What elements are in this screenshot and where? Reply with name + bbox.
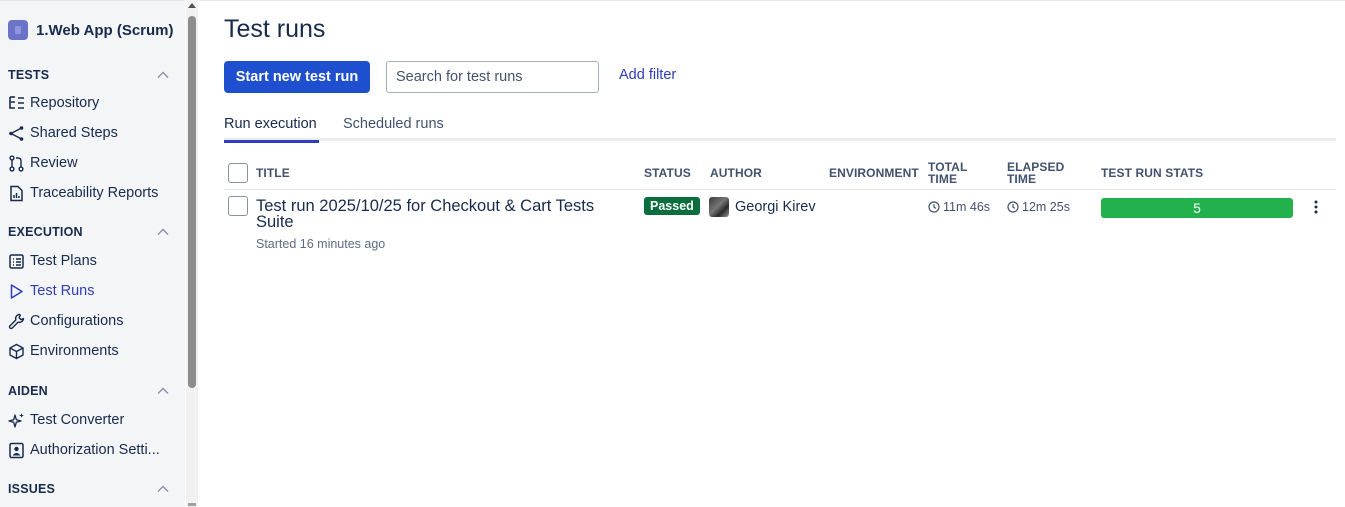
clock-icon [1007, 201, 1019, 213]
sidebar-item-label: Test Converter [30, 412, 125, 428]
play-outline-icon [8, 283, 25, 300]
tree-list-icon [8, 95, 25, 112]
test-run-stats-bar[interactable]: 5 [1101, 198, 1293, 218]
user-badge-icon [8, 442, 25, 459]
sidebar-item-traceability-reports[interactable]: Traceability Reports [8, 181, 180, 205]
column-header-line: TIME [1007, 172, 1037, 186]
share-nodes-icon [8, 125, 25, 142]
sidebar-item-authorization-settings[interactable]: Authorization Setti... [8, 438, 180, 462]
sidebar-item-configurations[interactable]: Configurations [8, 309, 180, 333]
sparkles-icon [8, 412, 25, 429]
author-cell: Georgi Kirev [709, 197, 816, 217]
cube-icon [8, 343, 25, 360]
sidebar-item-label: Environments [30, 343, 119, 359]
sidebar-item-label: Review [30, 155, 78, 171]
avatar [709, 197, 729, 217]
sidebar: 1.Web App (Scrum) TESTS Repository Share… [0, 0, 185, 507]
section-issues-header[interactable]: ISSUES [8, 480, 170, 498]
section-aiden-header[interactable]: AIDEN [8, 382, 170, 400]
column-header-environment[interactable]: ENVIRONMENT [829, 167, 919, 179]
list-table-icon [8, 253, 25, 270]
sidebar-item-test-converter[interactable]: Test Converter [8, 408, 180, 432]
add-filter-link[interactable]: Add filter [619, 67, 676, 83]
page-title: Test runs [224, 15, 326, 43]
scrollbar-thumb[interactable] [188, 16, 196, 388]
sidebar-item-repository[interactable]: Repository [8, 91, 180, 115]
sidebar-scrollbar[interactable] [186, 0, 198, 507]
sidebar-item-label: Authorization Setti... [30, 442, 160, 458]
column-header-elapsed-time[interactable]: ELAPSED TIME [1007, 161, 1064, 185]
project-name: 1.Web App (Scrum) [36, 21, 174, 39]
tab-bar: Run execution Scheduled runs [224, 114, 1336, 143]
elapsed-time-value: 12m 25s [1022, 200, 1070, 214]
section-title: EXECUTION [8, 225, 83, 239]
chevron-up-icon[interactable] [156, 68, 170, 82]
column-header-author[interactable]: AUTHOR [710, 167, 762, 179]
section-execution-header[interactable]: EXECUTION [8, 223, 170, 241]
column-header-title[interactable]: TITLE [256, 167, 290, 179]
section-title: ISSUES [8, 482, 56, 496]
sidebar-item-label: Repository [30, 95, 100, 111]
sidebar-item-label: Traceability Reports [30, 185, 159, 201]
tab-scheduled-runs[interactable]: Scheduled runs [343, 116, 444, 141]
chevron-up-icon[interactable] [156, 384, 170, 398]
test-run-started-time: Started 16 minutes ago [256, 237, 386, 251]
scroll-down-arrow-icon[interactable] [188, 503, 196, 506]
status-badge: Passed [644, 197, 700, 215]
column-header-line: TIME [928, 172, 958, 186]
column-header-total-time[interactable]: TOTAL TIME [928, 161, 967, 185]
select-all-checkbox[interactable] [228, 163, 248, 183]
tab-label: Run execution [224, 116, 317, 132]
author-name: Georgi Kirev [735, 199, 816, 215]
project-switcher[interactable]: 1.Web App (Scrum) [8, 19, 174, 41]
elapsed-time-cell: 12m 25s [1007, 200, 1070, 214]
tab-run-execution[interactable]: Run execution [224, 116, 319, 143]
wrench-icon [8, 313, 25, 330]
section-title: TESTS [8, 68, 50, 82]
sidebar-item-shared-steps[interactable]: Shared Steps [8, 121, 180, 145]
sidebar-item-label: Shared Steps [30, 125, 118, 141]
chevron-up-icon[interactable] [156, 482, 170, 496]
sidebar-item-environments[interactable]: Environments [8, 339, 180, 363]
row-checkbox[interactable] [228, 196, 248, 216]
sidebar-item-review[interactable]: Review [8, 151, 180, 175]
start-new-test-run-button[interactable]: Start new test run [224, 61, 370, 93]
column-header-status[interactable]: STATUS [644, 167, 691, 179]
tab-label: Scheduled runs [343, 116, 444, 132]
more-options-icon[interactable] [1309, 198, 1323, 216]
search-input[interactable] [386, 61, 599, 93]
section-tests-header[interactable]: TESTS [8, 66, 170, 84]
clock-icon [928, 201, 940, 213]
column-header-test-run-stats[interactable]: TEST RUN STATS [1101, 167, 1203, 179]
sidebar-item-label: Test Plans [30, 253, 97, 269]
scroll-up-arrow-icon[interactable] [188, 3, 196, 8]
total-time-cell: 11m 46s [928, 200, 990, 214]
report-document-icon [8, 185, 25, 202]
sidebar-item-label: Test Runs [30, 283, 95, 299]
sidebar-item-test-runs[interactable]: Test Runs [8, 279, 180, 303]
project-avatar [8, 20, 28, 40]
sidebar-item-label: Configurations [30, 313, 124, 329]
sidebar-item-test-plans[interactable]: Test Plans [8, 249, 180, 273]
total-time-value: 11m 46s [943, 200, 991, 214]
active-tab-indicator [224, 140, 319, 143]
test-run-title-link[interactable]: Test run 2025/10/25 for Checkout & Cart … [256, 198, 631, 231]
pull-request-icon [8, 154, 25, 172]
section-title: AIDEN [8, 384, 48, 398]
chevron-up-icon[interactable] [156, 225, 170, 239]
table-header-divider [224, 189, 1336, 190]
main-content: Test runs Start new test run Add filter … [199, 0, 1345, 507]
